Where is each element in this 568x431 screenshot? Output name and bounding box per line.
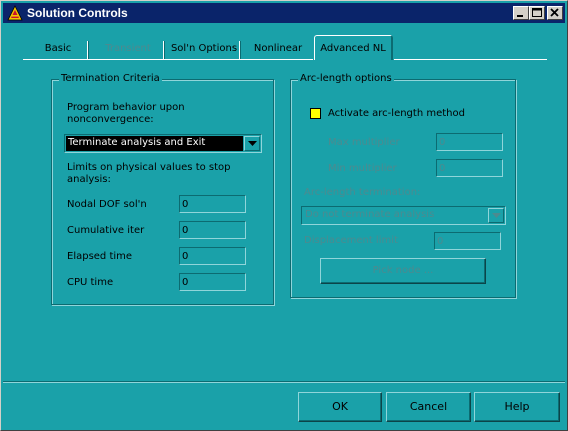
- tab-panel-border: [23, 59, 313, 60]
- solution-controls-dialog: Solution Controls Basic Transient Sol'n …: [0, 0, 568, 431]
- tab-basic[interactable]: Basic: [27, 38, 89, 60]
- tab-transient-label: Transient: [105, 43, 151, 54]
- max-multiplier-field[interactable]: 0: [436, 133, 503, 151]
- title-bar[interactable]: Solution Controls: [3, 3, 565, 23]
- displacement-limit-field[interactable]: 0: [434, 232, 501, 250]
- tab-advanced-nl-label: Advanced NL: [320, 43, 386, 54]
- tab-advanced-nl[interactable]: Advanced NL: [314, 35, 393, 60]
- tab-soln-options[interactable]: Sol'n Options: [167, 38, 241, 60]
- minimize-button[interactable]: [513, 6, 529, 20]
- close-button[interactable]: [547, 6, 563, 20]
- maximize-button[interactable]: [529, 6, 545, 20]
- limits-label: Limits on physical values to stop analys…: [67, 162, 231, 185]
- tab-basic-label: Basic: [44, 43, 72, 54]
- window-title: Solution Controls: [27, 6, 128, 20]
- arc-length-termination-value: Do not terminate analysis: [305, 209, 435, 220]
- arc-length-termination-label: Arc-length termination:: [304, 187, 421, 198]
- activate-arc-length-checkbox[interactable]: [310, 108, 321, 119]
- min-multiplier-field[interactable]: 0: [436, 159, 503, 177]
- arc-length-termination-select[interactable]: Do not terminate analysis: [301, 206, 506, 225]
- cumulative-iter-label: Cumulative iter: [67, 225, 145, 236]
- displacement-limit-label: Displacement limit: [304, 235, 398, 246]
- termination-criteria-title: Termination Criteria: [59, 73, 162, 84]
- tab-nonlinear[interactable]: Nonlinear: [243, 38, 313, 60]
- cancel-button[interactable]: Cancel: [386, 392, 471, 422]
- bottom-separator: [3, 381, 565, 383]
- cumulative-iter-field[interactable]: 0: [179, 221, 246, 239]
- behavior-label: Program behavior upon nonconvergence:: [67, 102, 185, 125]
- chevron-down-icon[interactable]: [244, 136, 260, 151]
- min-multiplier-label: Min multiplier: [328, 163, 397, 174]
- chevron-down-icon[interactable]: [488, 208, 504, 223]
- help-button[interactable]: Help: [474, 392, 560, 422]
- nodal-dof-label: Nodal DOF sol'n: [67, 199, 147, 210]
- pick-node-button[interactable]: Pick node ...: [320, 258, 486, 284]
- tab-soln-options-label: Sol'n Options: [170, 43, 238, 54]
- arc-length-options-title: Arc-length options: [298, 73, 394, 84]
- tab-nonlinear-label: Nonlinear: [253, 43, 303, 54]
- cpu-time-label: CPU time: [67, 277, 114, 288]
- tab-transient[interactable]: Transient: [91, 38, 165, 60]
- elapsed-time-field[interactable]: 0: [179, 247, 246, 265]
- behavior-select[interactable]: Terminate analysis and Exit: [64, 134, 262, 153]
- ok-button[interactable]: OK: [298, 392, 382, 422]
- activate-arc-length-label[interactable]: Activate arc-length method: [328, 108, 465, 119]
- max-multiplier-label: Max multiplier: [328, 137, 400, 148]
- behavior-select-value: Terminate analysis and Exit: [66, 136, 243, 151]
- cpu-time-field[interactable]: 0: [179, 273, 246, 291]
- ansys-logo-icon: [7, 5, 23, 21]
- nodal-dof-field[interactable]: 0: [179, 195, 246, 213]
- elapsed-time-label: Elapsed time: [67, 251, 133, 262]
